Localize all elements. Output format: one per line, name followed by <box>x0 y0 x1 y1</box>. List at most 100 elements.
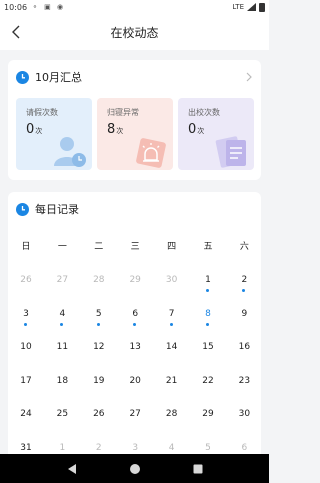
square-recents-icon <box>193 464 202 473</box>
calendar-day[interactable]: 5 <box>84 309 114 327</box>
record-indicator-dot <box>169 322 173 326</box>
calendar-day-number: 1 <box>59 442 66 453</box>
calendar-day[interactable]: 11 <box>47 342 77 360</box>
record-indicator-dot <box>206 322 209 326</box>
campus-exit-tile[interactable]: 出校次数 0次 <box>178 98 254 170</box>
campus-exit-label: 出校次数 <box>188 108 220 117</box>
calendar-day[interactable]: 18 <box>47 376 77 394</box>
weekday-header-row: 日一二三四五六 <box>8 239 261 253</box>
calendar-day[interactable]: 14 <box>157 342 187 360</box>
status-right: LTE <box>232 2 265 12</box>
weekday-label: 日 <box>21 242 31 252</box>
weekday-label: 二 <box>94 242 104 252</box>
calendar-day-number: 14 <box>165 342 178 352</box>
system-recents-button[interactable] <box>191 462 205 476</box>
calendar-day-number: 9 <box>241 308 248 319</box>
calendar-day-number: 26 <box>20 275 32 285</box>
calendar-day-number: 30 <box>165 275 178 285</box>
back-button[interactable] <box>6 22 26 42</box>
person-clock-icon <box>54 137 86 167</box>
calendar-day[interactable]: 8 <box>193 309 223 327</box>
alarm-light-icon <box>136 138 166 168</box>
calendar-day[interactable]: 21 <box>157 376 187 394</box>
clock-icon <box>16 202 29 216</box>
calendar-day[interactable]: 4 <box>47 309 77 327</box>
calendar-day-number: 2 <box>241 275 248 285</box>
calendar-day[interactable]: 19 <box>84 376 114 394</box>
calendar-day-number: 30 <box>238 409 251 419</box>
signal-icon <box>247 3 256 11</box>
weekday-label: 一 <box>57 242 67 252</box>
notification-icons: ⚬ ▣ ◉ <box>32 3 66 11</box>
calendar-day-number: 19 <box>93 375 105 386</box>
calendar-day-number: 26 <box>93 409 105 419</box>
calendar-day-number: 5 <box>205 442 211 453</box>
record-indicator-dot <box>96 322 100 326</box>
record-indicator-dot <box>133 322 137 326</box>
calendar-day[interactable]: 27 <box>47 275 77 293</box>
calendar-day[interactable]: 26 <box>84 409 114 427</box>
calendar-day[interactable]: 30 <box>229 409 259 427</box>
calendar-day-number: 6 <box>241 442 248 453</box>
document-icon <box>215 136 246 168</box>
calendar-day-number: 4 <box>168 442 175 453</box>
system-home-button[interactable] <box>128 462 142 476</box>
weekday-label: 五 <box>203 242 213 252</box>
clock-icon <box>16 70 29 84</box>
calendar-day-number: 25 <box>56 409 69 419</box>
calendar-day-number: 21 <box>165 375 178 386</box>
calendar-day-number: 31 <box>20 442 32 453</box>
calendar-day[interactable]: 22 <box>193 376 223 394</box>
network-type: LTE <box>232 3 244 11</box>
calendar-day-number: 27 <box>56 275 69 285</box>
calendar-day[interactable]: 2 <box>229 275 259 293</box>
monthly-summary-card: 10月汇总 请假次数 0次 归寝异常 8次 出校次数 0次 <box>8 60 261 180</box>
calendar-day[interactable]: 12 <box>84 342 114 360</box>
calendar-day-number: 13 <box>129 342 141 352</box>
calendar-day[interactable]: 28 <box>84 275 114 293</box>
circle-home-icon <box>129 463 140 474</box>
calendar-day[interactable]: 27 <box>120 409 150 427</box>
calendar-day-number: 10 <box>20 342 32 352</box>
calendar-day[interactable]: 24 <box>11 409 41 427</box>
campus-exit-value: 0次 <box>188 122 205 137</box>
calendar-day-number: 17 <box>20 375 32 386</box>
calendar-day[interactable]: 17 <box>11 376 41 394</box>
calendar-day[interactable]: 26 <box>11 275 41 293</box>
daily-header: 每日记录 <box>16 201 79 217</box>
calendar-day[interactable]: 10 <box>11 342 41 360</box>
calendar-day[interactable]: 20 <box>120 376 150 394</box>
record-indicator-dot <box>60 322 64 326</box>
battery-icon <box>259 2 265 12</box>
calendar-day[interactable]: 9 <box>229 309 259 327</box>
calendar-day[interactable]: 6 <box>120 309 150 327</box>
calendar-day[interactable]: 23 <box>229 376 259 394</box>
calendar-day[interactable]: 7 <box>157 309 187 327</box>
calendar-day[interactable]: 30 <box>157 275 187 293</box>
calendar-day-number: 6 <box>132 308 139 319</box>
dorm-abnormal-value: 8次 <box>107 122 124 137</box>
calendar-day[interactable]: 25 <box>47 409 77 427</box>
dorm-abnormal-tile[interactable]: 归寝异常 8次 <box>97 98 173 170</box>
calendar-day[interactable]: 13 <box>120 342 150 360</box>
calendar-day[interactable]: 3 <box>11 309 41 327</box>
calendar-day[interactable]: 1 <box>193 275 223 293</box>
calendar-day[interactable]: 28 <box>157 409 187 427</box>
calendar-day-number: 28 <box>165 409 178 419</box>
summary-header: 10月汇总 <box>16 69 82 85</box>
calendar-day-number: 29 <box>202 409 214 419</box>
system-back-button[interactable] <box>65 462 79 476</box>
calendar-day[interactable]: 29 <box>193 409 223 427</box>
record-indicator-dot <box>206 289 209 292</box>
calendar-day-number: 28 <box>93 275 105 285</box>
dorm-abnormal-label: 归寝异常 <box>107 108 139 117</box>
calendar-day-number: 27 <box>129 409 141 419</box>
calendar-day-number: 16 <box>238 342 251 352</box>
leave-count-tile[interactable]: 请假次数 0次 <box>16 98 92 170</box>
calendar-day[interactable]: 15 <box>193 342 223 360</box>
calendar-day[interactable]: 29 <box>120 275 150 293</box>
calendar-day-number: 11 <box>56 342 69 352</box>
chevron-right-icon[interactable] <box>245 72 253 82</box>
calendar-day-number: 3 <box>23 308 29 319</box>
calendar-day[interactable]: 16 <box>229 342 259 360</box>
